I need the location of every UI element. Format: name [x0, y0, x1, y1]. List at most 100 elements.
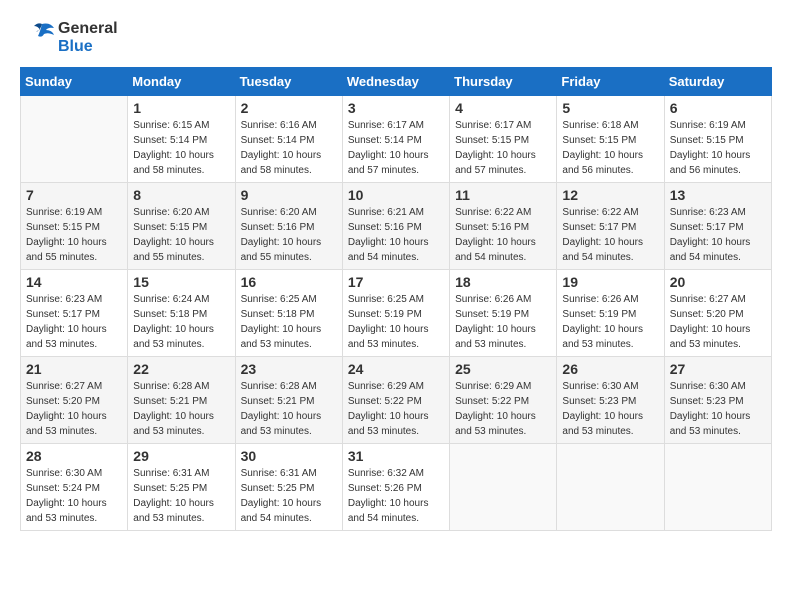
- weekday-header-wednesday: Wednesday: [342, 67, 449, 95]
- day-number: 5: [562, 100, 658, 116]
- weekday-header-sunday: Sunday: [21, 67, 128, 95]
- day-number: 25: [455, 361, 551, 377]
- day-info: Sunrise: 6:25 AM Sunset: 5:18 PM Dayligh…: [241, 292, 337, 352]
- header-row: SundayMondayTuesdayWednesdayThursdayFrid…: [21, 67, 772, 95]
- day-info: Sunrise: 6:19 AM Sunset: 5:15 PM Dayligh…: [670, 118, 766, 178]
- calendar-cell: 25 Sunrise: 6:29 AM Sunset: 5:22 PM Dayli…: [450, 356, 557, 443]
- day-number: 13: [670, 187, 766, 203]
- day-info: Sunrise: 6:29 AM Sunset: 5:22 PM Dayligh…: [455, 379, 551, 439]
- day-info: Sunrise: 6:16 AM Sunset: 5:14 PM Dayligh…: [241, 118, 337, 178]
- day-number: 16: [241, 274, 337, 290]
- calendar-cell: 1 Sunrise: 6:15 AM Sunset: 5:14 PM Daylig…: [128, 95, 235, 182]
- header: General Blue: [20, 20, 772, 57]
- week-row-5: 28Sunrise: 6:30 AM Sunset: 5:24 PM Dayli…: [21, 443, 772, 530]
- calendar-cell: 31 Sunrise: 6:32 AM Sunset: 5:26 PM Dayli…: [342, 443, 449, 530]
- weekday-header-tuesday: Tuesday: [235, 67, 342, 95]
- day-number: 6: [670, 100, 766, 116]
- calendar-cell: 26 Sunrise: 6:30 AM Sunset: 5:23 PM Dayli…: [557, 356, 664, 443]
- day-info: Sunrise: 6:15 AM Sunset: 5:14 PM Dayligh…: [133, 118, 229, 178]
- calendar-cell: 17Sunrise: 6:25 AM Sunset: 5:19 PM Dayli…: [342, 269, 449, 356]
- day-info: Sunrise: 6:17 AM Sunset: 5:15 PM Dayligh…: [455, 118, 551, 178]
- day-info: Sunrise: 6:18 AM Sunset: 5:15 PM Dayligh…: [562, 118, 658, 178]
- day-number: 29: [133, 448, 229, 464]
- day-info: Sunrise: 6:30 AM Sunset: 5:23 PM Dayligh…: [670, 379, 766, 439]
- calendar-cell: 4 Sunrise: 6:17 AM Sunset: 5:15 PM Daylig…: [450, 95, 557, 182]
- day-number: 3: [348, 100, 444, 116]
- day-number: 9: [241, 187, 337, 203]
- day-number: 10: [348, 187, 444, 203]
- day-number: 7: [26, 187, 122, 203]
- day-number: 1: [133, 100, 229, 116]
- calendar-cell: 3 Sunrise: 6:17 AM Sunset: 5:14 PM Daylig…: [342, 95, 449, 182]
- calendar-cell: 24 Sunrise: 6:29 AM Sunset: 5:22 PM Dayli…: [342, 356, 449, 443]
- calendar-cell: 29 Sunrise: 6:31 AM Sunset: 5:25 PM Dayli…: [128, 443, 235, 530]
- day-number: 14: [26, 274, 122, 290]
- day-number: 12: [562, 187, 658, 203]
- logo-general: General: [58, 20, 118, 38]
- day-info: Sunrise: 6:19 AM Sunset: 5:15 PM Dayligh…: [26, 205, 122, 265]
- day-info: Sunrise: 6:30 AM Sunset: 5:23 PM Dayligh…: [562, 379, 658, 439]
- day-number: 2: [241, 100, 337, 116]
- weekday-header-monday: Monday: [128, 67, 235, 95]
- calendar-cell: 7 Sunrise: 6:19 AM Sunset: 5:15 PM Daylig…: [21, 182, 128, 269]
- calendar-cell: 6 Sunrise: 6:19 AM Sunset: 5:15 PM Daylig…: [664, 95, 771, 182]
- day-info: Sunrise: 6:24 AM Sunset: 5:18 PM Dayligh…: [133, 292, 229, 352]
- weekday-header-thursday: Thursday: [450, 67, 557, 95]
- calendar-table: SundayMondayTuesdayWednesdayThursdayFrid…: [20, 67, 772, 531]
- day-info: Sunrise: 6:20 AM Sunset: 5:15 PM Dayligh…: [133, 205, 229, 265]
- calendar-cell: [450, 443, 557, 530]
- day-number: 23: [241, 361, 337, 377]
- day-number: 21: [26, 361, 122, 377]
- calendar-cell: 13 Sunrise: 6:23 AM Sunset: 5:17 PM Dayli…: [664, 182, 771, 269]
- day-info: Sunrise: 6:31 AM Sunset: 5:25 PM Dayligh…: [133, 466, 229, 526]
- day-number: 11: [455, 187, 551, 203]
- day-info: Sunrise: 6:32 AM Sunset: 5:26 PM Dayligh…: [348, 466, 444, 526]
- calendar-cell: 16 Sunrise: 6:25 AM Sunset: 5:18 PM Dayli…: [235, 269, 342, 356]
- day-number: 31: [348, 448, 444, 464]
- calendar-cell: 21Sunrise: 6:27 AM Sunset: 5:20 PM Dayli…: [21, 356, 128, 443]
- day-number: 4: [455, 100, 551, 116]
- week-row-1: 1 Sunrise: 6:15 AM Sunset: 5:14 PM Daylig…: [21, 95, 772, 182]
- calendar-cell: 15Sunrise: 6:24 AM Sunset: 5:18 PM Dayli…: [128, 269, 235, 356]
- calendar-cell: 28Sunrise: 6:30 AM Sunset: 5:24 PM Dayli…: [21, 443, 128, 530]
- day-number: 22: [133, 361, 229, 377]
- day-number: 30: [241, 448, 337, 464]
- day-info: Sunrise: 6:30 AM Sunset: 5:24 PM Dayligh…: [26, 466, 122, 526]
- calendar-cell: 11Sunrise: 6:22 AM Sunset: 5:16 PM Dayli…: [450, 182, 557, 269]
- calendar-cell: 2 Sunrise: 6:16 AM Sunset: 5:14 PM Daylig…: [235, 95, 342, 182]
- calendar-cell: 18 Sunrise: 6:26 AM Sunset: 5:19 PM Dayli…: [450, 269, 557, 356]
- week-row-2: 7 Sunrise: 6:19 AM Sunset: 5:15 PM Daylig…: [21, 182, 772, 269]
- day-number: 17: [348, 274, 444, 290]
- logo: General Blue: [20, 20, 118, 57]
- logo-bird-icon: [20, 20, 56, 56]
- calendar-cell: 12Sunrise: 6:22 AM Sunset: 5:17 PM Dayli…: [557, 182, 664, 269]
- weekday-header-saturday: Saturday: [664, 67, 771, 95]
- day-number: 24: [348, 361, 444, 377]
- day-number: 19: [562, 274, 658, 290]
- week-row-3: 14 Sunrise: 6:23 AM Sunset: 5:17 PM Dayli…: [21, 269, 772, 356]
- day-info: Sunrise: 6:17 AM Sunset: 5:14 PM Dayligh…: [348, 118, 444, 178]
- day-info: Sunrise: 6:31 AM Sunset: 5:25 PM Dayligh…: [241, 466, 337, 526]
- day-number: 26: [562, 361, 658, 377]
- calendar-cell: 23Sunrise: 6:28 AM Sunset: 5:21 PM Dayli…: [235, 356, 342, 443]
- calendar-cell: [664, 443, 771, 530]
- weekday-header-friday: Friday: [557, 67, 664, 95]
- calendar-cell: 5 Sunrise: 6:18 AM Sunset: 5:15 PM Daylig…: [557, 95, 664, 182]
- calendar-cell: 27 Sunrise: 6:30 AM Sunset: 5:23 PM Dayli…: [664, 356, 771, 443]
- calendar-cell: 10 Sunrise: 6:21 AM Sunset: 5:16 PM Dayli…: [342, 182, 449, 269]
- calendar-cell: 20Sunrise: 6:27 AM Sunset: 5:20 PM Dayli…: [664, 269, 771, 356]
- calendar-cell: 8 Sunrise: 6:20 AM Sunset: 5:15 PM Daylig…: [128, 182, 235, 269]
- day-info: Sunrise: 6:23 AM Sunset: 5:17 PM Dayligh…: [670, 205, 766, 265]
- day-info: Sunrise: 6:23 AM Sunset: 5:17 PM Dayligh…: [26, 292, 122, 352]
- day-number: 27: [670, 361, 766, 377]
- day-number: 18: [455, 274, 551, 290]
- calendar-cell: 30 Sunrise: 6:31 AM Sunset: 5:25 PM Dayli…: [235, 443, 342, 530]
- calendar-cell: 19Sunrise: 6:26 AM Sunset: 5:19 PM Dayli…: [557, 269, 664, 356]
- day-info: Sunrise: 6:21 AM Sunset: 5:16 PM Dayligh…: [348, 205, 444, 265]
- calendar-cell: [557, 443, 664, 530]
- calendar-cell: 9Sunrise: 6:20 AM Sunset: 5:16 PM Daylig…: [235, 182, 342, 269]
- day-info: Sunrise: 6:29 AM Sunset: 5:22 PM Dayligh…: [348, 379, 444, 439]
- calendar-cell: [21, 95, 128, 182]
- day-number: 8: [133, 187, 229, 203]
- day-info: Sunrise: 6:26 AM Sunset: 5:19 PM Dayligh…: [455, 292, 551, 352]
